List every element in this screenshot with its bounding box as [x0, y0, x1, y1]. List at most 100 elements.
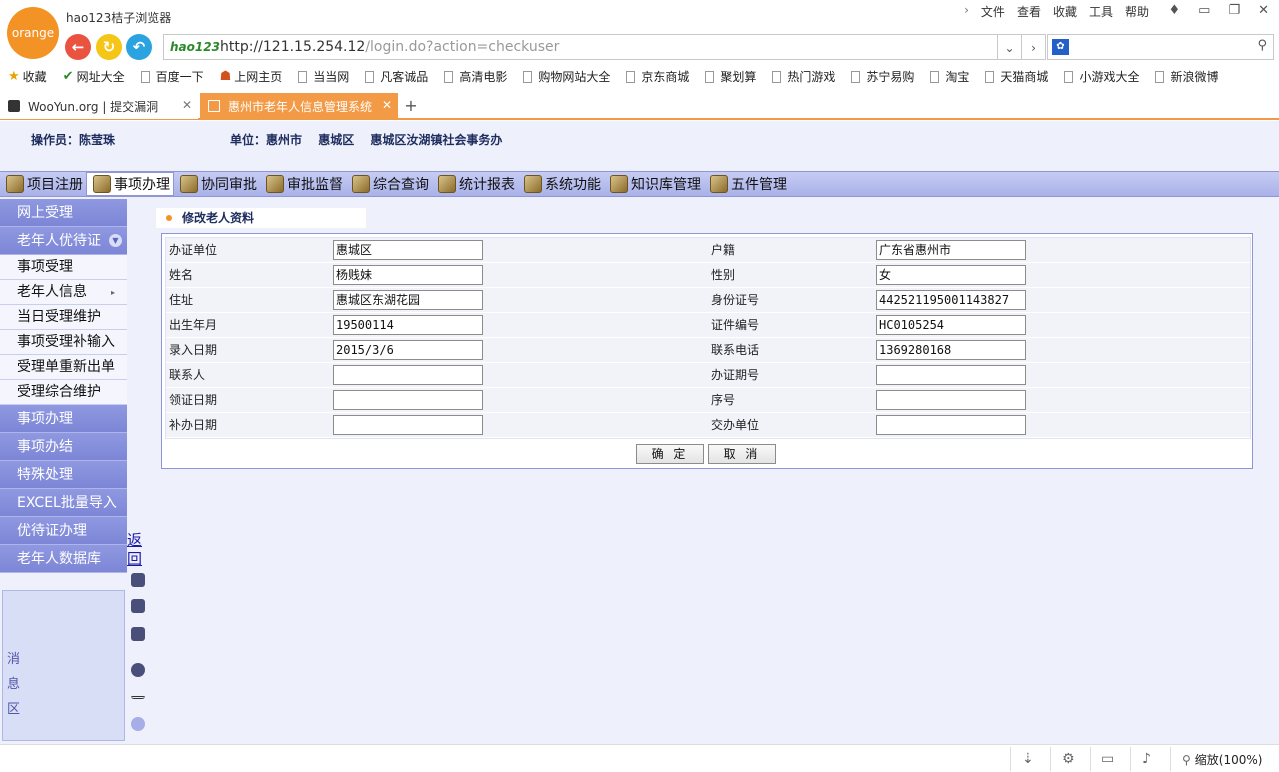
search-icon[interactable]: ⚲ — [1257, 38, 1267, 53]
fav-link[interactable]: 购物网站大全 — [523, 68, 610, 85]
fav-link[interactable]: 聚划算 — [705, 68, 756, 85]
sidebar-item-elderly-card[interactable]: 老年人优待证 ▼ — [0, 227, 127, 255]
menu-co-approval[interactable]: 协同审批 — [174, 172, 260, 196]
sidebar-subitem-maintain[interactable]: 受理综合维护 — [0, 380, 127, 405]
fav-link[interactable]: 京东商城 — [626, 68, 689, 85]
download-icon[interactable]: ⇣ — [1022, 751, 1034, 767]
refresh-button[interactable]: ↻ — [96, 34, 122, 60]
volume-icon[interactable]: ♪ — [1142, 751, 1151, 767]
sidebar-item-online[interactable]: 网上受理 — [0, 199, 127, 227]
handover-unit-field[interactable] — [876, 415, 1026, 435]
key-icon[interactable] — [131, 599, 145, 613]
contact-field[interactable] — [333, 365, 483, 385]
home-button[interactable]: ↶ — [126, 34, 152, 60]
sidebar-item-special[interactable]: 特殊处理 — [0, 461, 127, 489]
chevron-down-icon[interactable]: ⌄ — [998, 34, 1022, 60]
menu-view[interactable]: 查看 — [1017, 3, 1041, 20]
tab-wooyun[interactable]: WooYun.org | 提交漏洞 ✕ — [0, 93, 198, 119]
screen-icon[interactable]: ▭ — [1101, 751, 1114, 767]
collapse-icon[interactable] — [131, 717, 145, 731]
menu-system[interactable]: 系统功能 — [518, 172, 604, 196]
list-icon[interactable] — [131, 685, 145, 699]
sidebar-subitem-accept[interactable]: 事项受理 — [0, 255, 127, 280]
sidebar-subitem-daily[interactable]: 当日受理维护 — [0, 305, 127, 330]
confirm-button[interactable]: 确 定 — [636, 444, 704, 464]
reissue-date-field[interactable] — [333, 415, 483, 435]
menu-chevron-icon[interactable]: › — [964, 3, 969, 20]
fav-link[interactable]: 热门游戏 — [772, 68, 835, 85]
new-tab-button[interactable]: + — [400, 93, 422, 119]
sidebar-item-card-handling[interactable]: 优待证办理 — [0, 517, 127, 545]
sidebar-item-handling[interactable]: 事项办理 — [0, 405, 127, 433]
menu-file[interactable]: 文件 — [981, 3, 1005, 20]
household-field[interactable]: 广东省惠州市 — [876, 240, 1026, 260]
menu-five-items[interactable]: 五件管理 — [704, 172, 790, 196]
fav-link[interactable]: ✔ 网址大全 — [63, 68, 125, 85]
menu-tools[interactable]: 工具 — [1089, 3, 1113, 20]
maximize-icon[interactable]: ❐ — [1228, 3, 1240, 18]
cancel-button[interactable]: 取 消 — [708, 444, 776, 464]
name-field[interactable]: 杨贱妹 — [333, 265, 483, 285]
fav-link[interactable]: ☗ 上网主页 — [220, 68, 283, 85]
search-input[interactable]: ✿ ⚲ — [1047, 34, 1274, 60]
fav-link[interactable]: 新浪微博 — [1155, 68, 1218, 85]
sidebar-subitem-elderly-info[interactable]: 老年人信息 ▸ — [0, 280, 127, 305]
close-tab-icon[interactable]: ✕ — [182, 98, 192, 112]
menu-knowledge[interactable]: 知识库管理 — [604, 172, 704, 196]
id-number-field[interactable]: 442521195001143827 — [876, 290, 1026, 310]
fav-link[interactable]: 小游戏大全 — [1064, 68, 1139, 85]
address-field[interactable]: 惠城区东湖花园 — [333, 290, 483, 310]
address-url[interactable]: http://121.15.254.12/login.do?action=che… — [220, 39, 559, 55]
field-label: 办证期号 — [711, 368, 760, 382]
database-icon[interactable] — [131, 627, 145, 641]
fav-link[interactable]: 天猫商城 — [985, 68, 1048, 85]
issuing-unit-field[interactable]: 惠城区 — [333, 240, 483, 260]
back-link[interactable]: 返回 — [127, 531, 143, 569]
rewind-icon[interactable] — [131, 663, 145, 677]
menu-favorites[interactable]: 收藏 — [1053, 3, 1077, 20]
sequence-field[interactable] — [876, 390, 1026, 410]
minimize-icon[interactable]: ▭ — [1198, 3, 1210, 18]
chevron-down-icon[interactable]: ▼ — [109, 234, 122, 247]
menu-approval-supervision[interactable]: 审批监督 — [260, 172, 346, 196]
collect-date-field[interactable] — [333, 390, 483, 410]
close-icon[interactable]: ✕ — [1258, 3, 1269, 18]
go-forward-icon[interactable]: › — [1022, 34, 1046, 60]
fav-link[interactable]: 淘宝 — [930, 68, 969, 85]
favorites-button[interactable]: ★ 收藏 — [8, 68, 47, 85]
fav-link[interactable]: 当当网 — [298, 68, 349, 85]
page-icon — [298, 70, 308, 83]
tree-icon[interactable] — [131, 573, 145, 587]
birth-date-field[interactable]: 19500114 — [333, 315, 483, 335]
close-tab-icon[interactable]: ✕ — [382, 98, 392, 112]
fav-link[interactable]: 百度一下 — [140, 68, 204, 85]
shirt-icon[interactable]: ♦ — [1168, 3, 1180, 18]
back-button[interactable]: ← — [65, 34, 91, 60]
certificate-number-field[interactable]: HC0105254 — [876, 315, 1026, 335]
entry-date-field[interactable]: 2015/3/6 — [333, 340, 483, 360]
gear-icon[interactable]: ⚙ — [1062, 751, 1075, 767]
menu-help[interactable]: 帮助 — [1125, 3, 1149, 20]
gender-field[interactable]: 女 — [876, 265, 1026, 285]
sidebar-item-completed[interactable]: 事项办结 — [0, 433, 127, 461]
menu-reports[interactable]: 统计报表 — [432, 172, 518, 196]
sidebar-subitem-reissue[interactable]: 受理单重新出单 — [0, 355, 127, 380]
sidebar-item-excel-import[interactable]: EXCEL批量导入 — [0, 489, 127, 517]
fav-link[interactable]: 凡客诚品 — [365, 68, 428, 85]
status-divider — [1010, 747, 1011, 771]
fav-link[interactable]: 高清电影 — [444, 68, 507, 85]
menu-item-handling[interactable]: 事项办理 — [86, 172, 174, 196]
zoom-control[interactable]: ⚲ 缩放(100%) — [1182, 751, 1262, 768]
page-icon — [1155, 70, 1165, 83]
menu-query[interactable]: 综合查询 — [346, 172, 432, 196]
menu-project-register[interactable]: 项目注册 — [0, 172, 86, 196]
edit-form: 办证单位 惠城区 户籍 广东省惠州市 姓名 杨贱妹 性别 女 住址 惠城区东湖花… — [161, 233, 1253, 469]
tab-active[interactable]: 惠州市老年人信息管理系统 ✕ — [200, 93, 398, 119]
sidebar-subitem-supplement[interactable]: 事项受理补输入 — [0, 330, 127, 355]
phone-field[interactable]: 1369280168 — [876, 340, 1026, 360]
address-bar[interactable]: hao123 http://121.15.254.12/login.do?act… — [163, 34, 998, 60]
fav-link[interactable]: 苏宁易购 — [851, 68, 914, 85]
issue-period-field[interactable] — [876, 365, 1026, 385]
report-icon — [438, 175, 456, 193]
sidebar-item-database[interactable]: 老年人数据库 — [0, 545, 127, 573]
